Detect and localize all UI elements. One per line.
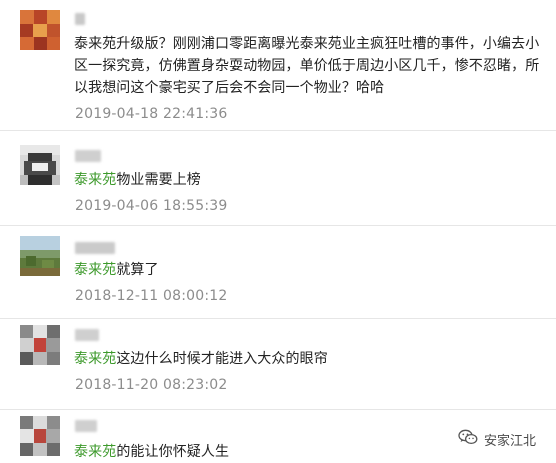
avatar[interactable] [20, 416, 60, 456]
comment-text: 泰来苑这边什么时候才能进入大众的眼帘 [74, 348, 544, 370]
comment-item: 泰来苑就算了 2018-12-11 08:00:12 [0, 226, 556, 318]
comment-timestamp: 2018-11-20 08:23:02 [75, 377, 228, 393]
comment-text: 泰来苑升级版？刚刚浦口零距离曝光泰来苑业主疯狂吐槽的事件，小编去小区一探究竟，仿… [74, 33, 544, 99]
username-blurred[interactable] [75, 329, 99, 341]
comment-body: 物业需要上榜 [116, 172, 201, 188]
username-blurred[interactable] [75, 150, 101, 162]
username-blurred[interactable] [75, 13, 85, 25]
comment-item: 泰来苑升级版？刚刚浦口零距离曝光泰来苑业主疯狂吐槽的事件，小编去小区一探究竟，仿… [0, 0, 556, 130]
comment-body: 泰来苑升级版？刚刚浦口零距离曝光泰来苑业主疯狂吐槽的事件，小编去小区一探究竟，仿… [74, 36, 540, 96]
comment-highlight[interactable]: 泰来苑 [74, 172, 116, 188]
comment-text: 泰来苑物业需要上榜 [74, 169, 544, 191]
comment-timestamp: 2019-04-06 18:55:39 [75, 198, 228, 214]
wechat-icon [458, 429, 484, 449]
avatar[interactable] [20, 325, 60, 365]
comment-highlight[interactable]: 泰来苑 [74, 351, 116, 367]
comment-body: 这边什么时候才能进入大众的眼帘 [116, 351, 328, 367]
watermark-text: 安家江北 [484, 433, 537, 449]
username-blurred[interactable] [75, 242, 115, 254]
avatar[interactable] [20, 145, 60, 185]
avatar[interactable] [20, 10, 60, 50]
comment-body: 就算了 [116, 262, 159, 278]
comment-text: 泰来苑就算了 [74, 259, 544, 281]
watermark: 安家江北 [458, 429, 537, 449]
comment-highlight[interactable]: 泰来苑 [74, 262, 116, 278]
comment-highlight[interactable]: 泰来苑 [74, 444, 116, 460]
avatar[interactable] [20, 236, 60, 276]
comment-body: 的能让你怀疑人生 [116, 444, 230, 460]
comment-timestamp: 2019-04-18 22:41:36 [75, 106, 228, 122]
comment-item: 泰来苑物业需要上榜 2019-04-06 18:55:39 [0, 131, 556, 225]
comment-timestamp: 2018-12-11 08:00:12 [75, 288, 228, 304]
comment-item: 泰来苑这边什么时候才能进入大众的眼帘 2018-11-20 08:23:02 [0, 319, 556, 409]
username-blurred[interactable] [75, 420, 97, 432]
